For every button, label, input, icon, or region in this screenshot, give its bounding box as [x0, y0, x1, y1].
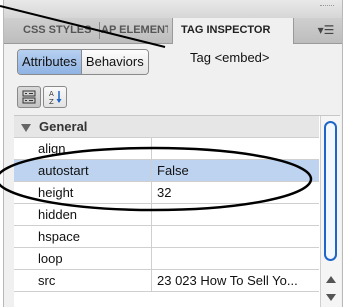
svg-text:A: A: [49, 90, 54, 98]
attribute-value[interactable]: 32: [157, 182, 171, 203]
tab-separator: [99, 22, 100, 39]
attribute-row-height[interactable]: height 32: [14, 182, 319, 204]
alphabetical-view-button[interactable]: A Z: [43, 86, 67, 108]
scrollbar-thumb[interactable]: [324, 121, 337, 261]
panel-options-menu-icon[interactable]: ▾☰: [316, 22, 336, 38]
panel-content: Attributes Behaviors Tag <embed> A Z Gen…: [4, 44, 342, 307]
attribute-name: height: [38, 185, 74, 200]
tag-inspector-panel: CSS STYLES AP ELEMENTS TAG INSPECTOR ▾☰ …: [3, 0, 343, 307]
category-view-icon: [22, 90, 36, 104]
attribute-value[interactable]: False: [157, 160, 189, 181]
tab-css-styles[interactable]: CSS STYLES: [23, 18, 98, 43]
tab-ap-elements[interactable]: AP ELEMENTS: [101, 18, 168, 43]
tag-name-label: Tag <embed>: [190, 50, 270, 65]
column-divider: [151, 182, 152, 203]
attribute-row-loop[interactable]: loop: [14, 248, 319, 270]
column-divider: [151, 160, 152, 181]
view-mode-buttons: A Z: [17, 86, 67, 108]
category-general[interactable]: General: [14, 116, 319, 138]
column-divider: [151, 248, 152, 269]
column-divider: [151, 204, 152, 225]
vertical-scrollbar[interactable]: [320, 116, 341, 307]
scroll-down-arrow-icon[interactable]: [326, 294, 336, 301]
tab-tag-inspector[interactable]: TAG INSPECTOR: [172, 18, 294, 44]
attribute-name: autostart: [38, 163, 89, 178]
grip-icon: [320, 5, 334, 9]
panel-title-bar[interactable]: [4, 0, 342, 19]
svg-text:Z: Z: [49, 98, 54, 105]
scroll-up-arrow-icon[interactable]: [326, 276, 336, 283]
attribute-row-autostart[interactable]: autostart False: [14, 160, 319, 182]
attributes-behaviors-switch: Attributes Behaviors: [17, 49, 149, 75]
column-divider: [151, 226, 152, 247]
attributes-button[interactable]: Attributes: [18, 50, 81, 74]
attribute-name: loop: [38, 251, 63, 266]
column-divider: [151, 270, 152, 291]
attribute-row-align[interactable]: align: [14, 138, 319, 160]
attribute-row-src[interactable]: src 23 023 How To Sell Yo...: [14, 270, 319, 292]
attribute-name: hidden: [38, 207, 78, 222]
attribute-name: src: [38, 273, 56, 288]
panel-tab-bar: CSS STYLES AP ELEMENTS TAG INSPECTOR ▾☰: [4, 18, 342, 44]
category-view-button[interactable]: [17, 86, 41, 108]
attributes-grid: General align autostart False height 32 …: [14, 115, 341, 307]
attribute-row-hspace[interactable]: hspace: [14, 226, 319, 248]
column-divider: [151, 138, 152, 159]
attribute-name: align: [38, 141, 66, 156]
attribute-row-hidden[interactable]: hidden: [14, 204, 319, 226]
alphabetical-view-icon: A Z: [49, 90, 62, 105]
behaviors-button[interactable]: Behaviors: [80, 50, 148, 74]
category-label: General: [39, 119, 88, 134]
attribute-value[interactable]: 23 023 How To Sell Yo...: [157, 270, 298, 291]
attribute-name: hspace: [38, 229, 80, 244]
disclosure-triangle-icon[interactable]: [21, 124, 31, 132]
